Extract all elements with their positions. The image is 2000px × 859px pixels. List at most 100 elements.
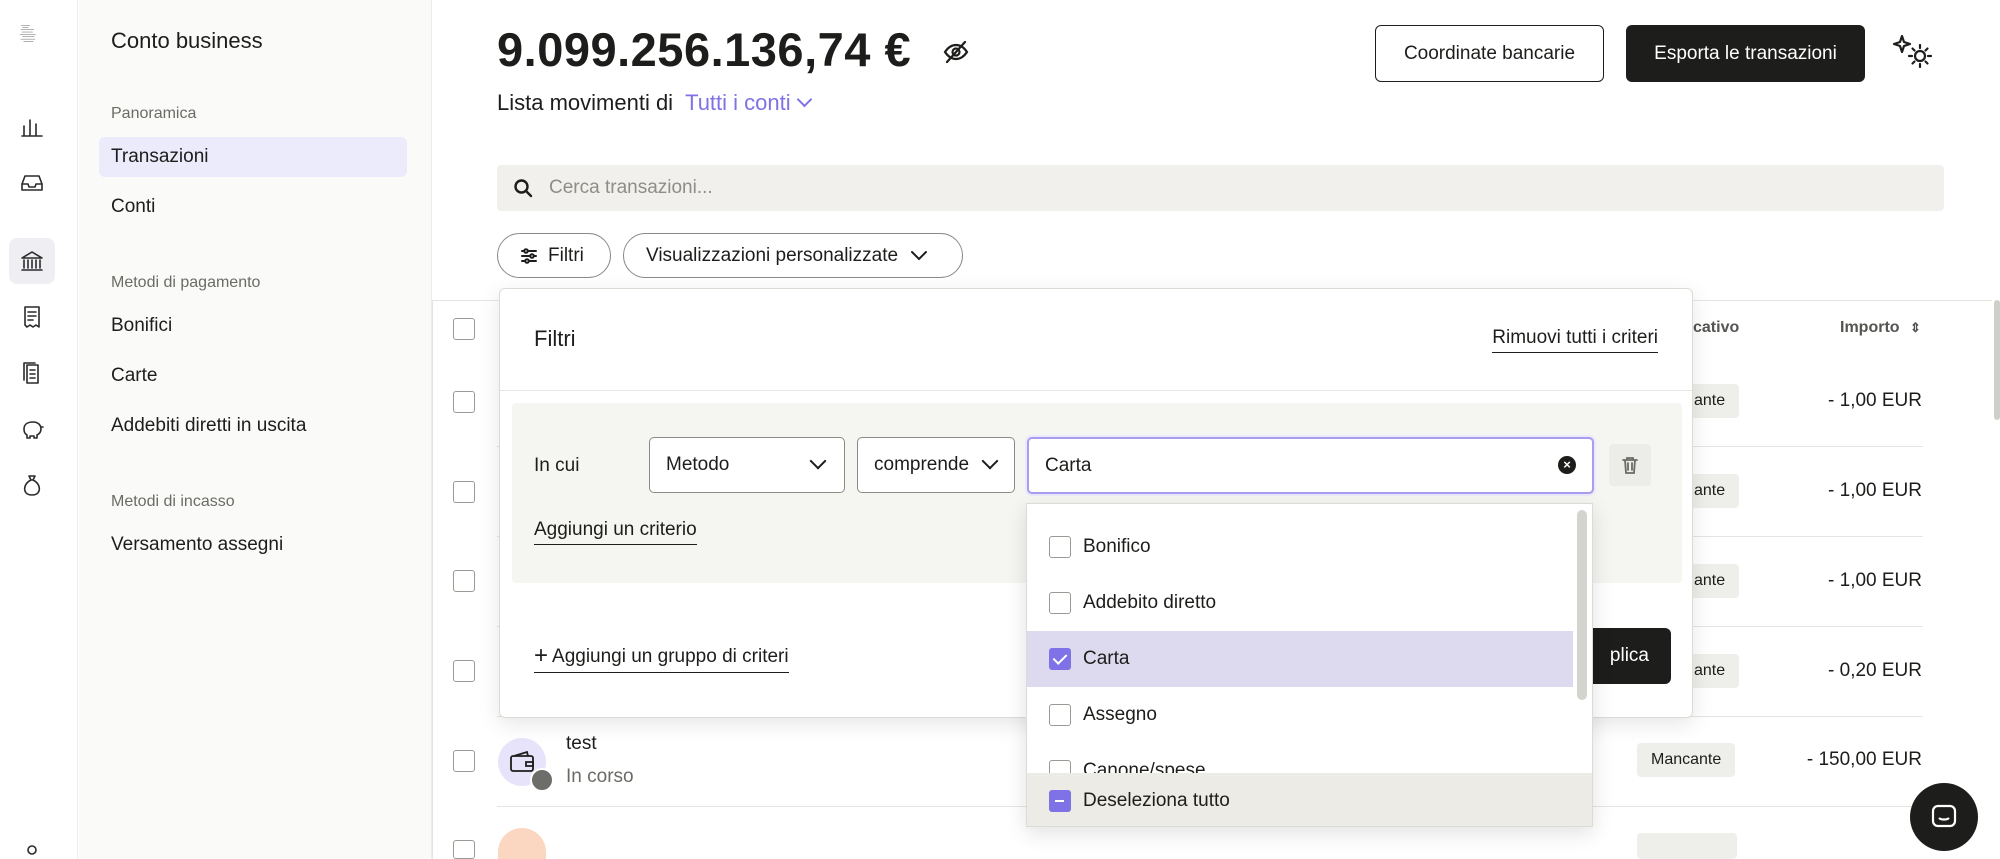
- option-label: Assegno: [1083, 704, 1157, 725]
- row-checkbox[interactable]: [453, 750, 475, 772]
- option-direct-debit[interactable]: Addebito diretto: [1027, 575, 1573, 631]
- column-header-amount[interactable]: Importo ⇕: [1840, 319, 1921, 337]
- value-multiselect-text: Carta: [1045, 454, 1092, 476]
- table-scrollbar[interactable]: [1994, 300, 2000, 420]
- bar-chart-icon: [21, 119, 43, 137]
- wallet-icon: [510, 751, 534, 772]
- rail-item-settings[interactable]: [9, 840, 55, 859]
- search-input[interactable]: [549, 177, 1849, 199]
- rail-item-funding[interactable]: [9, 462, 55, 508]
- company-logo-image: [19, 25, 36, 42]
- filters-label: Filtri: [548, 244, 584, 266]
- sort-icon: ⇕: [1910, 320, 1921, 335]
- account-selector[interactable]: Tutti i conti: [685, 90, 812, 115]
- transaction-amount: - 1,00 EUR: [1828, 570, 1922, 591]
- add-criteria-group-label: Aggiungi un gruppo di criteri: [552, 646, 789, 667]
- nav-group-collection-methods: Metodi di incasso: [111, 493, 235, 510]
- row-checkbox[interactable]: [453, 840, 475, 859]
- option-check[interactable]: Assegno: [1027, 687, 1573, 743]
- plus-icon: +: [534, 642, 549, 669]
- select-all-checkbox[interactable]: [453, 318, 475, 340]
- field-select[interactable]: Metodo: [649, 437, 845, 493]
- column-header-justification[interactable]: cativo: [1693, 319, 1739, 337]
- option-checkbox[interactable]: [1049, 592, 1071, 614]
- deselect-all-option[interactable]: Deseleziona tutto: [1027, 773, 1592, 826]
- operator-select[interactable]: comprende: [857, 437, 1015, 493]
- chevron-down-icon: [796, 91, 812, 108]
- custom-views-button[interactable]: Visualizzazioni personalizzate: [623, 233, 963, 278]
- rail-item-savings[interactable]: [9, 406, 55, 452]
- search-icon: [514, 179, 533, 198]
- rail-item-documents[interactable]: [9, 350, 55, 396]
- nav-item-transfers[interactable]: Bonifici: [99, 306, 407, 346]
- bank-details-button[interactable]: Coordinate bancarie: [1375, 25, 1604, 82]
- account-selector-label: Tutti i conti: [685, 90, 791, 115]
- clear-all-criteria-link[interactable]: Rimuovi tutti i criteri: [1492, 327, 1658, 353]
- nav-item-transactions[interactable]: Transazioni: [99, 137, 407, 177]
- sparkle-gear-icon: [1892, 34, 1933, 69]
- ai-settings-button[interactable]: [1892, 32, 1938, 74]
- nav-item-cards[interactable]: Carte: [99, 356, 407, 396]
- company-logo[interactable]: [10, 22, 54, 62]
- add-criteria-group-link[interactable]: + Aggiungi un gruppo di criteri: [534, 641, 789, 673]
- status-badge: ante: [1690, 654, 1740, 688]
- rail-item-invoices[interactable]: [9, 294, 55, 340]
- option-checkbox[interactable]: [1049, 536, 1071, 558]
- clear-value-icon[interactable]: ×: [1558, 456, 1576, 474]
- transaction-name[interactable]: test: [566, 733, 597, 755]
- receipt-icon: [24, 306, 40, 328]
- nav-item-accounts[interactable]: Conti: [99, 187, 407, 227]
- filters-button[interactable]: Filtri: [497, 233, 611, 278]
- sliders-icon: [521, 247, 537, 264]
- transactions-scope: Lista movimenti di Tutti i conti: [497, 90, 812, 116]
- where-label: In cui: [534, 455, 580, 476]
- rail-item-inbox[interactable]: [9, 160, 55, 206]
- add-criterion-link[interactable]: Aggiungi un criterio: [534, 519, 697, 545]
- row-checkbox[interactable]: [453, 570, 475, 592]
- rail-item-bank[interactable]: [9, 238, 55, 284]
- transaction-status: In corso: [566, 766, 634, 787]
- row-checkbox[interactable]: [453, 391, 475, 413]
- eye-off-icon: [943, 40, 969, 64]
- chevron-down-icon: [911, 250, 928, 260]
- option-bonifico[interactable]: Bonifico: [1027, 519, 1573, 575]
- transaction-amount: - 1,00 EUR: [1828, 390, 1922, 411]
- value-multiselect[interactable]: Carta ×: [1027, 437, 1594, 494]
- account-balance: 9.099.256.136,74 €: [497, 23, 912, 76]
- status-badge: ante: [1690, 564, 1740, 598]
- gear-icon: [27, 844, 37, 855]
- dropdown-scrollbar[interactable]: [1577, 510, 1587, 700]
- piggy-bank-icon: [23, 421, 44, 439]
- option-card[interactable]: Carta: [1027, 631, 1573, 687]
- hide-balance-button[interactable]: [942, 38, 970, 71]
- documents-icon: [23, 362, 39, 384]
- nav-group-payment-methods: Metodi di pagamento: [111, 274, 261, 291]
- rail-item-analytics[interactable]: [9, 104, 55, 150]
- chevron-down-icon: [809, 452, 827, 470]
- status-badge: Mancante: [1637, 743, 1736, 777]
- option-checkbox[interactable]: [1049, 704, 1071, 726]
- deselect-all-checkbox[interactable]: [1049, 789, 1071, 812]
- transaction-amount: - 0,20 EUR: [1828, 660, 1922, 681]
- status-badge: ante: [1690, 384, 1740, 418]
- row-checkbox[interactable]: [453, 481, 475, 503]
- chevron-down-icon: [981, 452, 999, 470]
- nav-item-check-deposit[interactable]: Versamento assegni: [99, 525, 407, 565]
- option-label: Bonifico: [1083, 536, 1151, 557]
- section-nav: Conto business Panoramica Transazioni Co…: [79, 0, 432, 859]
- delete-criterion-button[interactable]: [1609, 444, 1651, 486]
- option-label: Addebito diretto: [1083, 592, 1217, 613]
- export-transactions-button[interactable]: Esporta le transazioni: [1626, 25, 1865, 82]
- field-select-value: Metodo: [666, 454, 730, 475]
- nav-item-direct-debits[interactable]: Addebiti diretti in uscita: [99, 406, 407, 446]
- status-badge: [1637, 833, 1737, 859]
- support-chat-button[interactable]: [1910, 783, 1978, 851]
- operator-select-value: comprende: [874, 454, 970, 475]
- chat-icon: [1931, 804, 1957, 828]
- transaction-amount: - 1,00 EUR: [1828, 480, 1922, 501]
- option-checkbox-checked[interactable]: [1049, 648, 1071, 670]
- nav-group-overview: Panoramica: [111, 105, 197, 122]
- row-checkbox[interactable]: [453, 660, 475, 682]
- pending-icon: [530, 768, 554, 792]
- money-bag-icon: [23, 475, 41, 496]
